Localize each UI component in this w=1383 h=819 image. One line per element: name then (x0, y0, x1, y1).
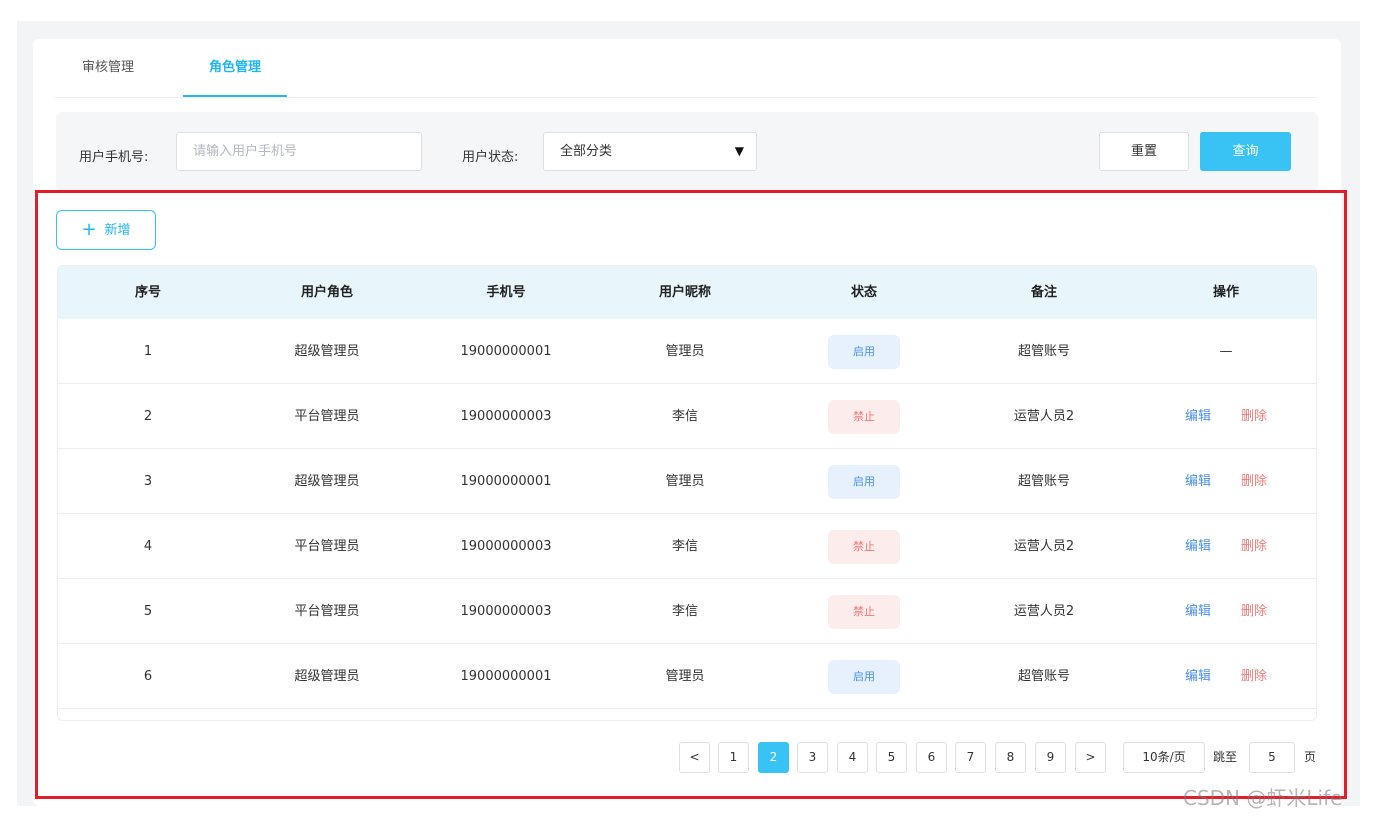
tab-review-management[interactable]: 审核管理 (55, 50, 161, 98)
tab-role-management[interactable]: 角色管理 (183, 50, 287, 97)
status-select[interactable]: 全部分类 ▼ (543, 132, 757, 171)
phone-filter-label: 用户手机号: (79, 150, 149, 165)
status-filter-label: 用户状态: (462, 150, 519, 165)
query-button[interactable]: 查询 (1200, 132, 1291, 171)
caret-down-icon: ▼ (734, 144, 744, 158)
status-select-value: 全部分类 (560, 144, 613, 159)
reset-button[interactable]: 重置 (1099, 132, 1189, 171)
filter-bar: 用户手机号: 请输入用户手机号 用户状态: 全部分类 ▼ 重置 查询 (56, 112, 1318, 192)
tab-bar: 审核管理 角色管理 (55, 50, 1317, 98)
highlight-frame (35, 190, 1347, 799)
phone-search-input[interactable]: 请输入用户手机号 (176, 132, 422, 171)
watermark: CSDN @虾米Life (1183, 786, 1343, 810)
